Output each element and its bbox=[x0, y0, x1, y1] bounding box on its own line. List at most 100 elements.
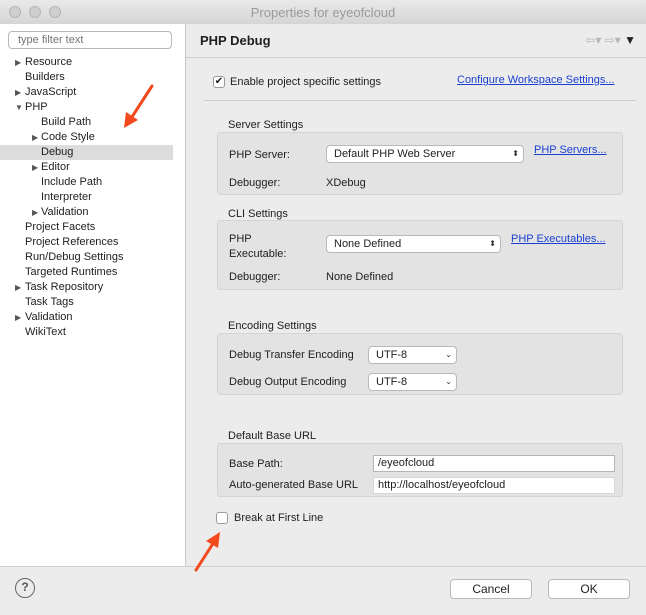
window-title: Properties for eyeofcloud bbox=[250, 5, 396, 20]
encoding-settings-group: Debug Transfer Encoding UTF-8 ⌄ Debug Ou… bbox=[217, 333, 623, 395]
annotation-arrow-icon bbox=[194, 532, 220, 572]
tree-item-label: Interpreter bbox=[41, 191, 92, 203]
page-title: PHP Debug bbox=[200, 33, 271, 48]
tree-item-label: Validation bbox=[25, 311, 73, 323]
collapsed-triangle-icon[interactable]: ▶ bbox=[32, 130, 38, 145]
tree-item[interactable]: ▶ Task Repository bbox=[0, 280, 185, 295]
transfer-encoding-select[interactable]: UTF-8 ⌄ bbox=[368, 346, 457, 364]
server-debugger-label: Debugger: bbox=[229, 177, 281, 189]
tree-item-label: Run/Debug Settings bbox=[25, 251, 124, 263]
server-debugger-value: XDebug bbox=[326, 177, 366, 189]
tree-item-label: PHP bbox=[25, 101, 48, 113]
php-server-select[interactable]: Default PHP Web Server ⬍ bbox=[326, 145, 524, 163]
php-server-label: PHP Server: bbox=[229, 149, 290, 161]
break-first-line-label: Break at First Line bbox=[234, 512, 324, 524]
tree-item-label: Validation bbox=[41, 206, 89, 218]
chevron-down-icon: ⌄ bbox=[445, 377, 452, 386]
collapsed-triangle-icon[interactable]: ▶ bbox=[32, 205, 38, 220]
tree-item[interactable]: ▶ Resource bbox=[0, 55, 185, 70]
tree-item-label: WikiText bbox=[25, 326, 66, 338]
filter-input[interactable] bbox=[8, 31, 172, 49]
tree-item-label: Resource bbox=[25, 56, 73, 68]
tree-item[interactable]: Task Tags bbox=[0, 295, 185, 310]
cli-settings-group: PHP Executable: None Defined ⬍ PHP Execu… bbox=[217, 220, 623, 290]
tree-item[interactable]: Run/Debug Settings bbox=[0, 250, 185, 265]
tree-item[interactable]: ▶ Code Style bbox=[0, 130, 185, 145]
output-encoding-label: Debug Output Encoding bbox=[229, 376, 347, 388]
server-settings-title: Server Settings bbox=[228, 119, 304, 131]
break-first-line-checkbox[interactable] bbox=[216, 512, 228, 524]
php-executable-value: None Defined bbox=[334, 238, 402, 250]
tree-item-label: Targeted Runtimes bbox=[25, 266, 118, 278]
tree-item-label: Include Path bbox=[41, 176, 103, 188]
encoding-settings-title: Encoding Settings bbox=[228, 320, 317, 332]
forward-arrow-icon[interactable]: ⇨▾ bbox=[605, 33, 621, 47]
cancel-button[interactable]: Cancel bbox=[450, 579, 532, 599]
auto-base-url-label: Auto-generated Base URL bbox=[229, 479, 359, 491]
tree-item-label: Debug bbox=[41, 146, 74, 158]
options-divider bbox=[204, 100, 636, 101]
tree-item[interactable]: ▶ Validation bbox=[0, 310, 185, 325]
tree-item-label: Code Style bbox=[41, 131, 95, 143]
tree-item[interactable]: Targeted Runtimes bbox=[0, 265, 185, 280]
output-encoding-value: UTF-8 bbox=[376, 376, 408, 388]
ok-button[interactable]: OK bbox=[548, 579, 630, 599]
tree-item[interactable]: Project References bbox=[0, 235, 185, 250]
tree-item-label: Project References bbox=[25, 236, 119, 248]
enable-specific-label: Enable project specific settings bbox=[230, 76, 382, 88]
server-settings-group: PHP Server: Default PHP Web Server ⬍ PHP… bbox=[217, 132, 623, 195]
php-server-value: Default PHP Web Server bbox=[334, 148, 456, 160]
cli-settings-title: CLI Settings bbox=[228, 208, 288, 220]
help-icon[interactable]: ? bbox=[15, 578, 35, 598]
updown-caret-icon: ⬍ bbox=[512, 149, 519, 158]
transfer-encoding-value: UTF-8 bbox=[376, 349, 408, 361]
header-divider bbox=[186, 57, 646, 58]
back-arrow-icon[interactable]: ⇦▾ bbox=[585, 33, 601, 47]
configure-workspace-link[interactable]: Configure Workspace Settings... bbox=[457, 74, 615, 86]
cli-exe-label-2: Executable: bbox=[229, 248, 287, 260]
collapsed-triangle-icon[interactable]: ▶ bbox=[15, 310, 21, 325]
php-executables-link[interactable]: PHP Executables... bbox=[511, 233, 606, 245]
collapsed-triangle-icon[interactable]: ▶ bbox=[32, 160, 38, 175]
dialog-footer: ? Cancel OK bbox=[0, 566, 646, 615]
properties-window: Properties for eyeofcloud ▶ Resource Build… bbox=[0, 0, 646, 615]
collapsed-triangle-icon[interactable]: ▶ bbox=[15, 280, 21, 295]
tree-item-label: JavaScript bbox=[25, 86, 77, 98]
updown-caret-icon: ⬍ bbox=[489, 239, 496, 248]
base-path-input[interactable]: /eyeofcloud bbox=[373, 455, 615, 472]
enable-specific-checkbox[interactable]: ✔ bbox=[213, 76, 225, 88]
menu-triangle-icon[interactable]: ▼ bbox=[624, 33, 636, 47]
page-nav: ⇦▾ ⇨▾ ▼ bbox=[585, 33, 636, 47]
auto-base-url-field: http://localhost/eyeofcloud bbox=[373, 477, 615, 494]
php-executable-select[interactable]: None Defined ⬍ bbox=[326, 235, 501, 253]
base-url-group: Base Path: /eyeofcloud Auto-generated Ba… bbox=[217, 443, 623, 497]
cli-exe-label-1: PHP bbox=[229, 233, 252, 245]
collapsed-triangle-icon[interactable]: ▶ bbox=[15, 85, 21, 100]
expanded-triangle-icon[interactable]: ▼ bbox=[15, 100, 23, 115]
tree-item[interactable]: Debug bbox=[0, 145, 173, 160]
output-encoding-select[interactable]: UTF-8 ⌄ bbox=[368, 373, 457, 391]
tree-item[interactable]: Interpreter bbox=[0, 190, 185, 205]
annotation-arrow-icon bbox=[124, 84, 154, 128]
tree-item-label: Editor bbox=[41, 161, 70, 173]
tree-item[interactable]: Project Facets bbox=[0, 220, 185, 235]
base-url-title: Default Base URL bbox=[228, 430, 317, 442]
tree-item-label: Builders bbox=[25, 71, 65, 83]
tree-item[interactable]: ▶ Editor bbox=[0, 160, 185, 175]
tree-item-label: Project Facets bbox=[25, 221, 96, 233]
cli-debugger-label: Debugger: bbox=[229, 271, 281, 283]
tree-item[interactable]: WikiText bbox=[0, 325, 185, 340]
cli-debugger-value: None Defined bbox=[326, 271, 394, 283]
collapsed-triangle-icon[interactable]: ▶ bbox=[15, 55, 21, 70]
base-path-label: Base Path: bbox=[229, 458, 283, 470]
tree-item-label: Build Path bbox=[41, 116, 92, 128]
chevron-down-icon: ⌄ bbox=[445, 350, 452, 359]
tree-item[interactable]: ▶ Validation bbox=[0, 205, 185, 220]
property-page: PHP Debug ⇦▾ ⇨▾ ▼ ✔ Enable project speci… bbox=[186, 24, 646, 566]
tree-item[interactable]: Include Path bbox=[0, 175, 185, 190]
tree-item-label: Task Tags bbox=[25, 296, 74, 308]
php-servers-link[interactable]: PHP Servers... bbox=[534, 144, 607, 156]
tree-item-label: Task Repository bbox=[25, 281, 104, 293]
preference-tree-panel: ▶ Resource Builders ▶ JavaScript▼PHP Build Pa… bbox=[0, 24, 186, 566]
transfer-encoding-label: Debug Transfer Encoding bbox=[229, 349, 354, 361]
